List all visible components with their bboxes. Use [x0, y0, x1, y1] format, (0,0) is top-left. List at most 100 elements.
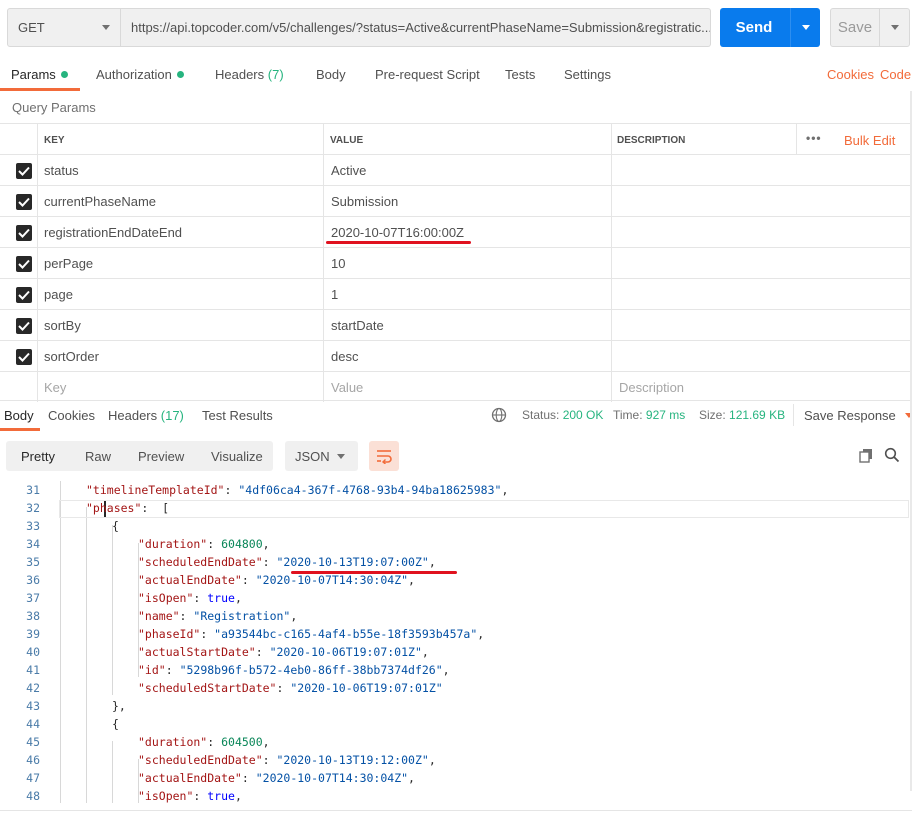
params-table: KEY VALUE DESCRIPTION ••• Bulk Edit stat… — [0, 123, 910, 402]
active-dot-icon — [60, 71, 68, 78]
checkbox[interactable] — [16, 194, 32, 210]
line-number: 31 — [26, 483, 40, 497]
table-row: registrationEndDateEnd 2020-10-07T16:00:… — [0, 217, 910, 248]
key-input[interactable]: Key — [44, 380, 66, 395]
table-row: page 1 — [0, 279, 910, 310]
line-number: 34 — [26, 537, 40, 551]
code-line: "actualEndDate": "2020-10-07T14:30:04Z", — [138, 771, 415, 785]
wrap-icon — [377, 450, 392, 464]
code-line: "name": "Registration", — [138, 609, 298, 623]
tab-count: (17) — [160, 408, 184, 423]
line-number: 39 — [26, 627, 40, 641]
code-line: { — [112, 519, 119, 533]
size-value: 121.69 KB — [729, 408, 786, 422]
response-body-viewer[interactable]: 31 "timelineTemplateId": "4df06ca4-367f-4… — [0, 481, 912, 803]
tab-test-results[interactable]: Test Results — [202, 408, 273, 423]
format-select[interactable]: JSON — [285, 441, 358, 471]
send-button[interactable]: Send — [720, 8, 820, 47]
tab-authorization[interactable]: Authorization — [96, 67, 184, 89]
search-icon[interactable] — [884, 447, 900, 466]
value-input[interactable]: Value — [331, 380, 363, 395]
indent-guide — [112, 525, 113, 695]
tab-settings[interactable]: Settings — [564, 67, 611, 89]
param-value[interactable]: 10 — [331, 256, 345, 271]
chevron-down-icon — [802, 25, 810, 30]
table-row: status Active — [0, 155, 910, 186]
param-value[interactable]: 2020-10-07T16:00:00Z — [331, 225, 464, 240]
tab-count: (7) — [267, 67, 284, 82]
param-key[interactable]: page — [44, 287, 73, 302]
save-options-button[interactable] — [879, 9, 910, 46]
param-key[interactable]: sortBy — [44, 318, 81, 333]
code-line: "id": "5298b96f-b572-4eb0-86ff-38bb7374d… — [138, 663, 450, 677]
checkbox[interactable] — [16, 225, 32, 241]
line-number: 46 — [26, 753, 40, 767]
param-value[interactable]: desc — [331, 349, 358, 364]
code-line: "duration": 604800, — [138, 537, 270, 551]
red-underline-annotation — [326, 241, 471, 244]
tab-headers[interactable]: Headers (7) — [215, 67, 284, 89]
method-select[interactable]: GET — [7, 8, 121, 47]
line-number: 43 — [26, 699, 40, 713]
code-link[interactable]: Code — [880, 67, 911, 89]
code-line: "phaseId": "a93544bc-c165-4af4-b55e-18f3… — [138, 627, 485, 641]
param-value[interactable]: startDate — [331, 318, 384, 333]
globe-icon[interactable] — [491, 407, 507, 426]
table-row: sortBy startDate — [0, 310, 910, 341]
pretty-button[interactable]: Pretty — [21, 449, 55, 464]
tab-label: Headers — [108, 408, 158, 423]
tab-pre-request-script[interactable]: Pre-request Script — [375, 67, 480, 89]
more-options-icon[interactable]: ••• — [806, 131, 822, 145]
checkbox[interactable] — [16, 287, 32, 303]
indent-guide — [60, 481, 61, 803]
save-label: Save — [837, 19, 873, 36]
chevron-down-icon — [337, 454, 345, 459]
tab-response-headers[interactable]: Headers (17) — [108, 408, 184, 423]
cookies-link[interactable]: Cookies — [827, 67, 874, 89]
table-row: sortOrder desc — [0, 341, 910, 372]
checkbox[interactable] — [16, 256, 32, 272]
status-bar — [0, 810, 912, 823]
param-key[interactable]: registrationEndDateEnd — [44, 225, 182, 240]
description-input[interactable]: Description — [619, 380, 684, 395]
param-key[interactable]: sortOrder — [44, 349, 99, 364]
param-key[interactable]: currentPhaseName — [44, 194, 156, 209]
bulk-edit-link[interactable]: Bulk Edit — [844, 133, 895, 148]
line-number: 33 — [26, 519, 40, 533]
tab-response-cookies[interactable]: Cookies — [48, 408, 95, 423]
tab-body[interactable]: Body — [316, 67, 346, 89]
checkbox[interactable] — [16, 318, 32, 334]
line-number: 35 — [26, 555, 40, 569]
param-value[interactable]: Active — [331, 163, 366, 178]
indent-guide — [112, 741, 113, 803]
method-label: GET — [18, 20, 45, 35]
key-header: KEY — [44, 135, 65, 146]
copy-icon[interactable] — [858, 447, 874, 466]
tab-params[interactable]: Params — [11, 67, 68, 89]
param-value[interactable]: 1 — [331, 287, 338, 302]
send-options-button[interactable] — [790, 8, 820, 47]
tab-tests[interactable]: Tests — [505, 67, 535, 89]
checkbox[interactable] — [16, 163, 32, 179]
tab-label: Authorization — [96, 67, 172, 82]
preview-button[interactable]: Preview — [138, 449, 184, 464]
line-number: 41 — [26, 663, 40, 677]
chevron-down-icon — [891, 25, 899, 30]
param-key[interactable]: status — [44, 163, 79, 178]
checkbox[interactable] — [16, 349, 32, 365]
param-value[interactable]: Submission — [331, 194, 398, 209]
code-line: "actualEndDate": "2020-10-07T14:30:04Z", — [138, 573, 415, 587]
save-button[interactable]: Save — [830, 8, 910, 47]
param-key[interactable]: perPage — [44, 256, 93, 271]
time-label: Time: — [613, 408, 643, 422]
save-response-button[interactable]: Save Response — [804, 408, 912, 423]
wrap-lines-button[interactable] — [369, 441, 399, 471]
visualize-button[interactable]: Visualize — [211, 449, 263, 464]
line-number: 42 — [26, 681, 40, 695]
code-line: "scheduledStartDate": "2020-10-06T19:07:… — [138, 681, 443, 695]
url-input[interactable]: https://api.topcoder.com/v5/challenges/?… — [121, 8, 711, 47]
raw-button[interactable]: Raw — [85, 449, 111, 464]
tab-response-body[interactable]: Body — [4, 408, 34, 423]
line-number: 44 — [26, 717, 40, 731]
size-label: Size: — [699, 408, 726, 422]
